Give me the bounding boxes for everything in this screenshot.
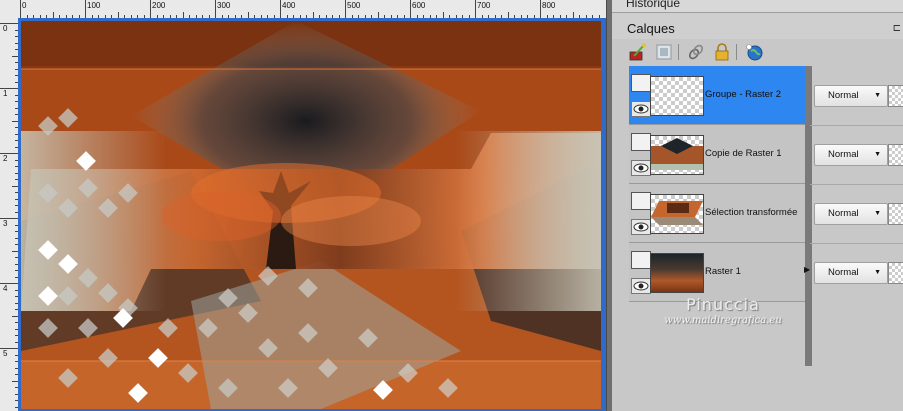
calques-header: Calques ⊏	[612, 13, 903, 39]
link-icon[interactable]	[686, 42, 706, 62]
ruler-tick	[215, 0, 216, 18]
blend-mode-select[interactable]: Normal ▼	[814, 144, 888, 166]
ruler-label: 500	[347, 1, 361, 10]
opacity-swatch[interactable]	[888, 85, 903, 107]
watermark-site: www.maidiregrafica.eu	[664, 315, 782, 326]
ruler-label: 700	[477, 1, 491, 10]
ruler-tick	[345, 0, 346, 18]
calques-title: Calques	[627, 21, 675, 36]
horizontal-ruler: 0 100 200 300 400 500 600 700 800	[0, 0, 606, 19]
ruler-label: 5	[3, 349, 8, 358]
ruler-label: 4	[3, 284, 8, 293]
image-frame	[18, 18, 606, 411]
historique-title: Historique	[626, 0, 681, 10]
layer-thumbnail	[650, 253, 704, 293]
opacity-swatch[interactable]	[888, 262, 903, 284]
layer-name: Sélection transformée	[705, 207, 798, 218]
ruler-label: 3	[3, 219, 8, 228]
canvas-area[interactable]: 0 100 200 300 400 500 600 700 800 0 1 2 3 4 5	[0, 0, 606, 411]
layers-panel: Historique Calques ⊏ Groupe - Raster 2 C…	[612, 0, 903, 411]
paint-brush-icon[interactable]	[628, 42, 648, 62]
blend-mode-value: Normal	[828, 208, 859, 219]
layer-name: Groupe - Raster 2	[705, 89, 782, 100]
row-divider	[810, 184, 903, 185]
ruler-label: 100	[87, 1, 101, 10]
dropdown-arrow-icon: ▼	[874, 269, 881, 276]
layers-toolbar	[612, 40, 903, 66]
eye-icon[interactable]	[631, 278, 651, 294]
layer-thumbnail	[650, 194, 704, 234]
blend-mode-value: Normal	[828, 267, 859, 278]
dropdown-arrow-icon: ▼	[874, 210, 881, 217]
watermark-name: Pinuccia	[686, 295, 760, 314]
ruler-label: 800	[542, 1, 556, 10]
lock-icon[interactable]	[712, 42, 732, 62]
watermark: Pinuccia www.maidiregrafica.eu	[638, 295, 808, 326]
eye-icon[interactable]	[631, 219, 651, 235]
ruler-label: 400	[282, 1, 296, 10]
opacity-swatch[interactable]	[888, 203, 903, 225]
ruler-label: 300	[217, 1, 231, 10]
layer-row-selection-transformee[interactable]: Sélection transformée	[629, 184, 805, 243]
layer-type-icon	[631, 251, 651, 269]
blend-mode-value: Normal	[828, 90, 859, 101]
row-divider	[810, 243, 903, 244]
toolbar-separator	[736, 44, 737, 60]
layer-thumbnail	[650, 76, 704, 116]
ruler-label: 0	[22, 1, 27, 10]
ruler-label: 0	[3, 24, 8, 33]
layer-name: Raster 1	[705, 266, 741, 277]
ruler-tick	[540, 0, 541, 18]
eye-icon[interactable]	[631, 101, 651, 117]
layer-type-icon	[631, 74, 651, 92]
ruler-tick	[20, 0, 21, 18]
blend-mode-select[interactable]: Normal ▼	[814, 85, 888, 107]
ruler-tick	[280, 0, 281, 18]
ruler-tick	[475, 0, 476, 18]
dropdown-arrow-icon: ▼	[874, 151, 881, 158]
layer-type-icon	[631, 133, 651, 151]
pin-icon[interactable]: ⊏	[893, 23, 901, 34]
vertical-ruler: 0 1 2 3 4 5	[0, 18, 19, 411]
ruler-label: 200	[152, 1, 166, 10]
ruler-tick	[85, 0, 86, 18]
layer-type-icon	[631, 192, 651, 210]
globe-icon[interactable]	[744, 42, 764, 62]
eye-icon[interactable]	[631, 160, 651, 176]
image-canvas[interactable]	[21, 21, 601, 409]
layer-thumbnail	[650, 135, 704, 175]
blend-mode-select[interactable]: Normal ▼	[814, 203, 888, 225]
layers-list: Groupe - Raster 2 Copie de Raster 1 Séle…	[629, 66, 812, 366]
expand-arrow-icon[interactable]: ▶	[804, 265, 810, 274]
ruler-label: 1	[3, 89, 8, 98]
layer-row-raster-1[interactable]: Raster 1	[629, 243, 805, 302]
ruler-label: 600	[412, 1, 426, 10]
layer-name: Copie de Raster 1	[705, 148, 782, 159]
opacity-swatch[interactable]	[888, 144, 903, 166]
historique-panel-header[interactable]: Historique	[612, 0, 903, 13]
layer-row-groupe-raster-2[interactable]: Groupe - Raster 2	[629, 66, 805, 125]
ruler-tick	[410, 0, 411, 18]
ruler-tick	[150, 0, 151, 18]
artwork	[21, 21, 601, 409]
toolbar-separator	[678, 44, 679, 60]
ruler-label: 2	[3, 154, 8, 163]
blend-mode-select[interactable]: Normal ▼	[814, 262, 888, 284]
layer-row-copie-de-raster-1[interactable]: Copie de Raster 1	[629, 125, 805, 184]
dropdown-arrow-icon: ▼	[874, 92, 881, 99]
mask-icon[interactable]	[654, 42, 674, 62]
row-divider	[810, 125, 903, 126]
blend-mode-value: Normal	[828, 149, 859, 160]
